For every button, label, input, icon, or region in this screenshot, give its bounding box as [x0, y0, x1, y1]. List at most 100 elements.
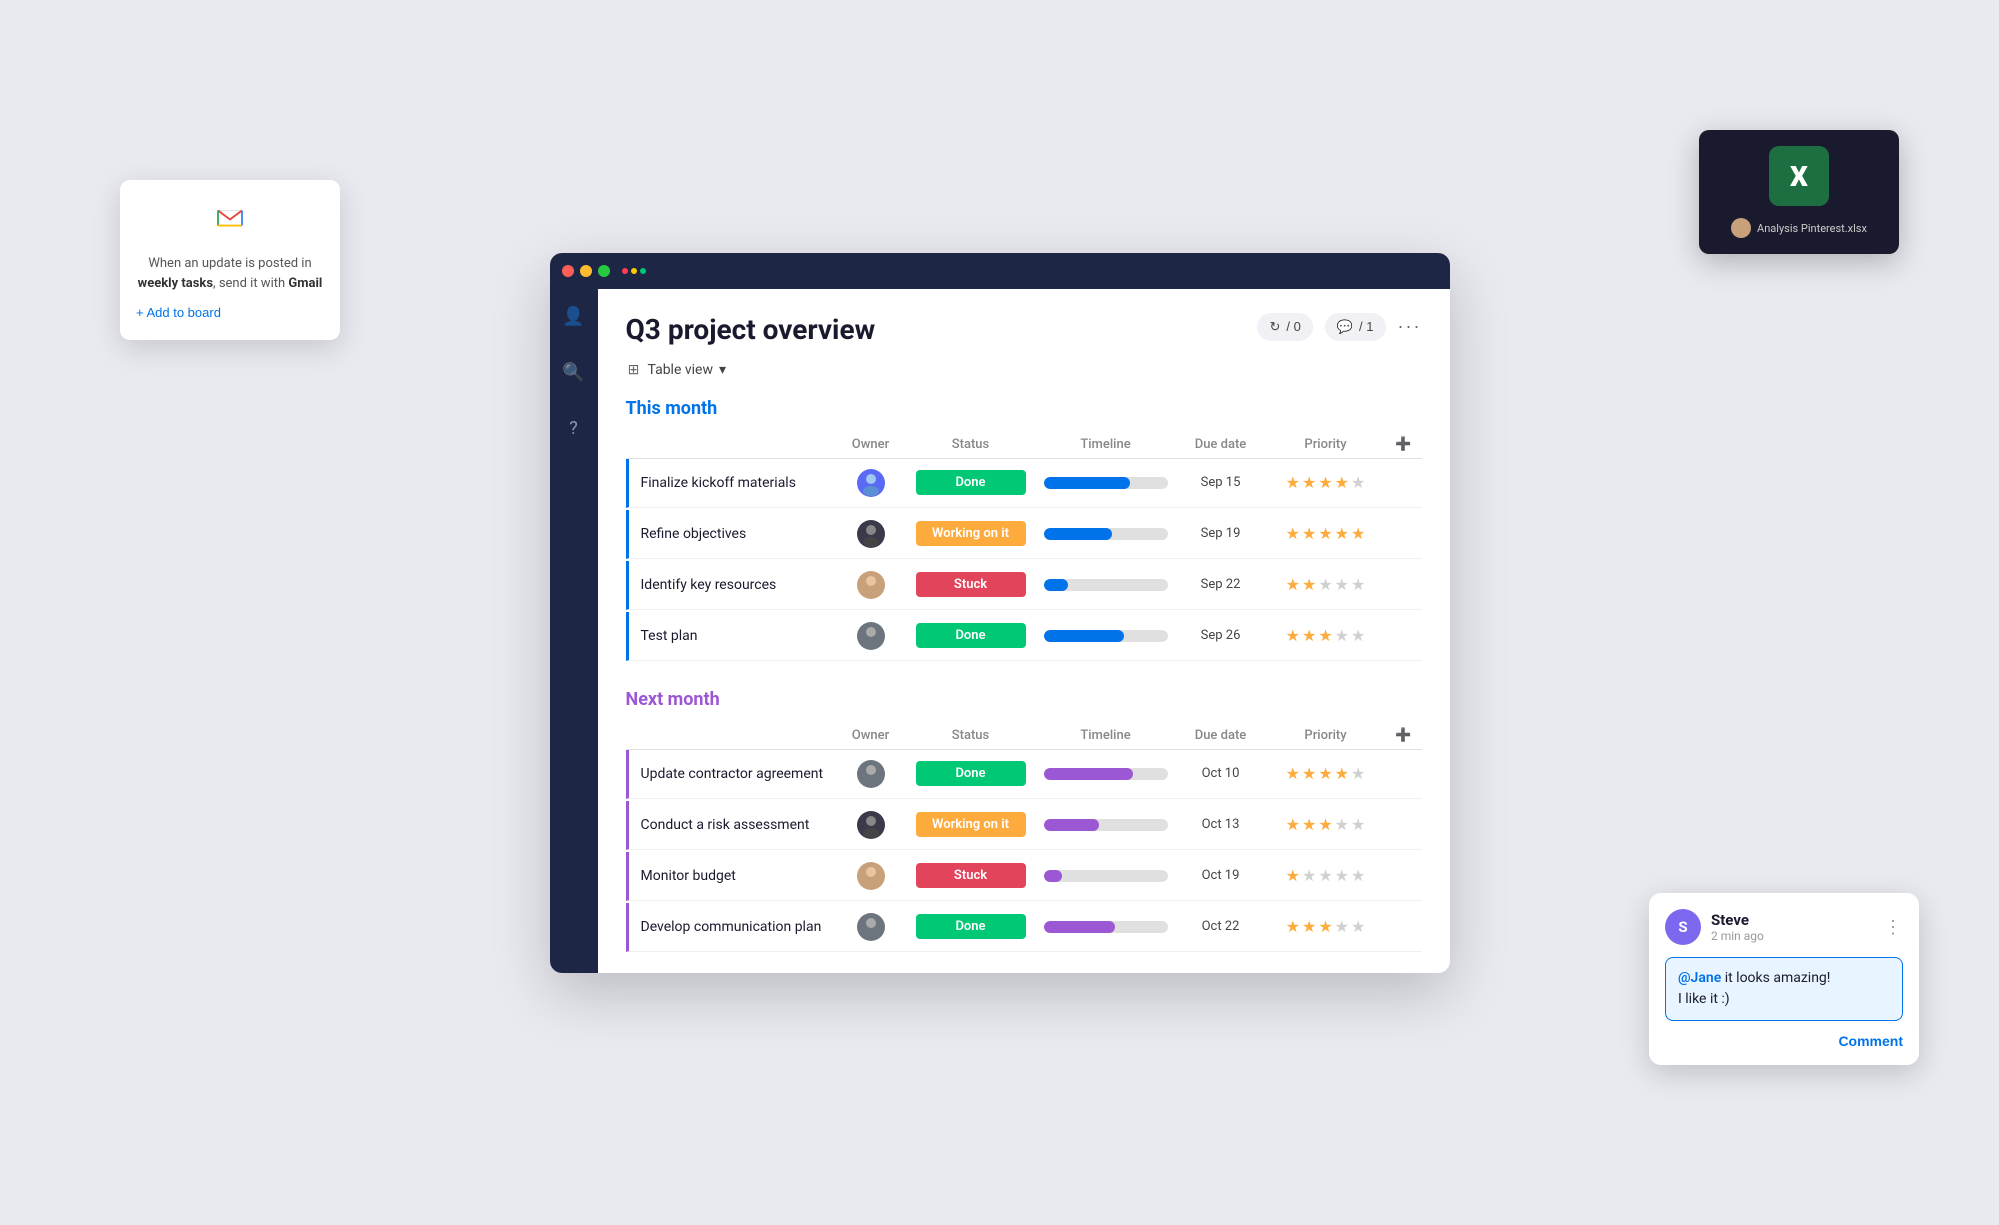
table-row: Finalize kickoff materials Done: [626, 459, 1422, 508]
timeline-bar: [1044, 768, 1168, 780]
comment-time: 2 min ago: [1711, 929, 1884, 943]
gmail-card-text: When an update is posted in weekly tasks…: [136, 254, 324, 293]
timeline-bar: [1044, 477, 1168, 489]
add-to-board-button[interactable]: + Add to board: [136, 305, 221, 320]
timeline-cell: [1036, 819, 1176, 831]
task-name: Conduct a risk assessment: [629, 817, 836, 833]
comment-button[interactable]: Comment: [1838, 1033, 1903, 1049]
excel-card: X Analysis Pinterest.xlsx: [1699, 130, 1899, 254]
main-content-area: 👤 🔍 ? Q3 project overview ↻ / 0 💬 / 1: [550, 289, 1450, 973]
timeline-fill: [1044, 768, 1133, 780]
table-row: Monitor budget Stuck Oct 19: [626, 852, 1422, 901]
sidebar-icon-search[interactable]: 🔍: [558, 357, 590, 389]
timeline-bar: [1044, 579, 1168, 591]
traffic-lights: [562, 265, 610, 277]
priority-cell: ★ ★ ★ ★ ★: [1266, 917, 1386, 936]
status-badge: Stuck: [916, 572, 1026, 597]
status-badge: Working on it: [916, 521, 1026, 546]
content-area: Q3 project overview ↻ / 0 💬 / 1 ··· ⊞ Ta…: [598, 289, 1450, 973]
close-button[interactable]: [562, 265, 574, 277]
owner-cell: [836, 913, 906, 941]
sidebar-icon-help[interactable]: ?: [558, 413, 590, 445]
page-title: Q3 project overview: [626, 313, 876, 346]
avatar: [857, 913, 885, 941]
view-selector[interactable]: ⊞ Table view ▾: [626, 362, 1422, 378]
timeline-fill: [1044, 630, 1125, 642]
comments-button[interactable]: 💬 / 1: [1325, 313, 1386, 341]
col-timeline: Timeline: [1036, 437, 1176, 452]
avatar: [857, 760, 885, 788]
task-name: Test plan: [629, 628, 836, 644]
timeline-bar: [1044, 630, 1168, 642]
owner-cell: [836, 622, 906, 650]
due-date: Sep 19: [1176, 526, 1266, 541]
avatar: [857, 469, 885, 497]
col-add: ➕: [1386, 728, 1422, 743]
view-label: Table view: [648, 362, 714, 378]
timeline-fill: [1044, 819, 1100, 831]
col-duedate: Due date: [1176, 728, 1266, 743]
owner-cell: [836, 520, 906, 548]
table-row: Update contractor agreement Done: [626, 750, 1422, 799]
col-task: [626, 437, 836, 452]
task-name: Monitor budget: [629, 868, 836, 884]
sidebar-icon-person[interactable]: 👤: [558, 301, 590, 333]
more-options-button[interactable]: ···: [1398, 316, 1422, 337]
header-actions: ↻ / 0 💬 / 1 ···: [1257, 313, 1421, 341]
excel-filename-text: Analysis Pinterest.xlsx: [1757, 222, 1867, 235]
commenter-name: Steve: [1711, 911, 1884, 929]
timeline-bar: [1044, 819, 1168, 831]
status-cell: Stuck: [906, 863, 1036, 888]
reactions-icon: ↻: [1269, 319, 1280, 335]
priority-cell: ★ ★ ★ ★ ★: [1266, 626, 1386, 645]
due-date: Sep 26: [1176, 628, 1266, 643]
priority-cell: ★ ★ ★ ★ ★: [1266, 473, 1386, 492]
this-month-table-header: Owner Status Timeline Due date Priority …: [626, 431, 1422, 459]
next-month-title: Next month: [626, 689, 1422, 710]
this-month-section: This month Owner Status Timeline Due dat…: [626, 398, 1422, 661]
timeline-fill: [1044, 579, 1069, 591]
maximize-button[interactable]: [598, 265, 610, 277]
status-cell: Stuck: [906, 572, 1036, 597]
task-name: Finalize kickoff materials: [629, 475, 836, 491]
comment-body: @Jane it looks amazing!I like it :): [1665, 957, 1903, 1021]
timeline-fill: [1044, 477, 1131, 489]
comment-more-button[interactable]: ⋮: [1884, 917, 1903, 938]
priority-cell: ★ ★ ★ ★ ★: [1266, 815, 1386, 834]
status-cell: Working on it: [906, 812, 1036, 837]
timeline-cell: [1036, 477, 1176, 489]
col-timeline: Timeline: [1036, 728, 1176, 743]
titlebar: [550, 253, 1450, 289]
col-priority: Priority: [1266, 728, 1386, 743]
col-owner: Owner: [836, 728, 906, 743]
due-date: Oct 10: [1176, 766, 1266, 781]
timeline-bar: [1044, 870, 1168, 882]
table-row: Develop communication plan Done: [626, 903, 1422, 952]
commenter-info: Steve 2 min ago: [1711, 911, 1884, 943]
due-date: Oct 13: [1176, 817, 1266, 832]
table-row: Test plan Done Sep 26: [626, 612, 1422, 661]
timeline-fill: [1044, 528, 1112, 540]
owner-cell: [836, 862, 906, 890]
comment-card: S Steve 2 min ago ⋮ @Jane it looks amazi…: [1649, 893, 1919, 1065]
task-name: Develop communication plan: [629, 919, 836, 935]
gmail-icon: [136, 200, 324, 244]
page-header: Q3 project overview ↻ / 0 💬 / 1 ···: [626, 313, 1422, 346]
table-view-icon: ⊞: [626, 362, 642, 378]
reactions-button[interactable]: ↻ / 0: [1257, 313, 1312, 341]
priority-cell: ★ ★ ★ ★ ★: [1266, 764, 1386, 783]
owner-cell: [836, 469, 906, 497]
avatar: [857, 622, 885, 650]
status-badge: Done: [916, 914, 1026, 939]
owner-cell: [836, 811, 906, 839]
status-cell: Working on it: [906, 521, 1036, 546]
commenter-avatar: S: [1665, 909, 1701, 945]
next-month-section: Next month Owner Status Timeline Due dat…: [626, 689, 1422, 952]
task-name: Update contractor agreement: [629, 766, 836, 782]
avatar: [857, 862, 885, 890]
avatar: [857, 571, 885, 599]
comment-header: S Steve 2 min ago ⋮: [1665, 909, 1903, 945]
task-name: Identify key resources: [629, 577, 836, 593]
sidebar: 👤 🔍 ?: [550, 289, 598, 973]
minimize-button[interactable]: [580, 265, 592, 277]
